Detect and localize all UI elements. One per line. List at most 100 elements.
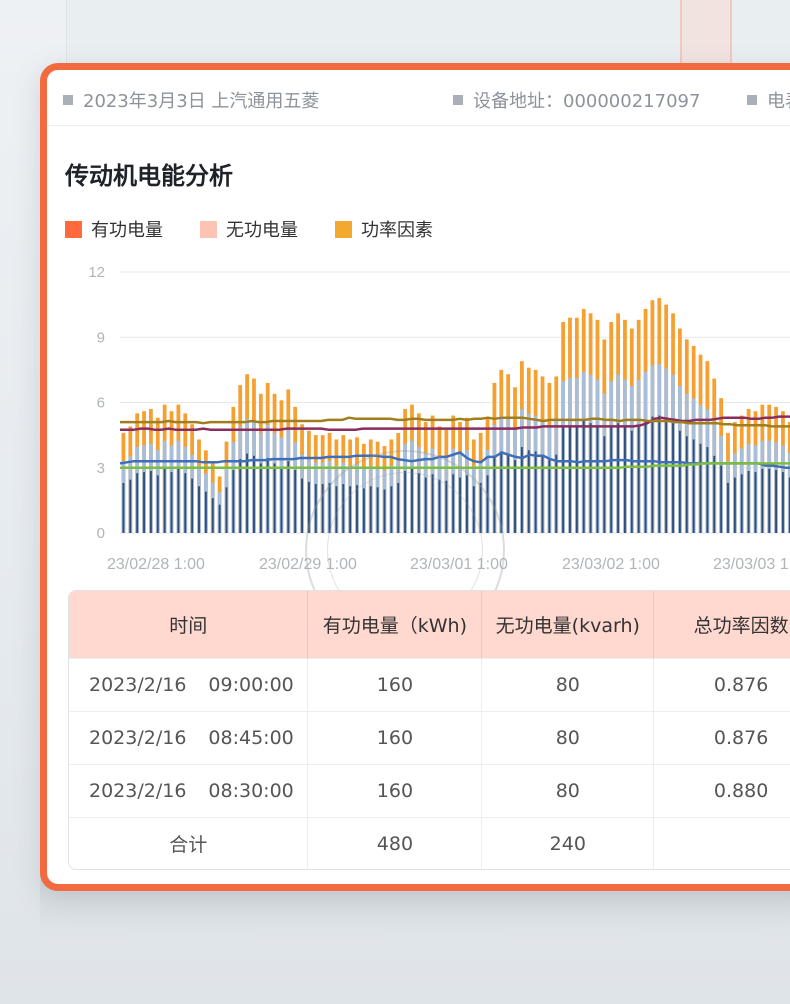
bar-active	[740, 474, 743, 533]
table-row: 2023/2/16 08:45:00 160 80 0.876	[69, 710, 790, 764]
bar-active	[699, 443, 702, 533]
bar-active	[672, 423, 674, 533]
cell-date: 2023/2/16	[89, 673, 187, 696]
bar-active	[562, 427, 565, 533]
bar-active	[768, 468, 771, 533]
bar-active	[301, 478, 303, 533]
bar-active	[280, 466, 283, 533]
legend-item-reactive[interactable]: 无功电量	[200, 216, 298, 242]
cell-clock: 08:45:00	[208, 726, 294, 749]
header-reactive: 无功电量(kvarh)	[481, 591, 655, 658]
background-tab	[680, 0, 732, 70]
cell-reactive: 80	[481, 763, 655, 817]
cell-reactive: 80	[481, 657, 655, 711]
bar-active	[775, 469, 778, 533]
bar-active	[610, 427, 613, 533]
bar-active	[163, 468, 166, 533]
square-bullet-icon	[747, 95, 757, 105]
cell-active: 160	[307, 657, 483, 711]
bar-active	[692, 439, 695, 533]
bar-active	[754, 472, 757, 533]
bar-active	[706, 447, 709, 533]
bar-active	[287, 461, 290, 533]
legend-label: 有功电量	[91, 220, 163, 241]
total-power-factor	[653, 816, 790, 869]
header-active: 有功电量（kWh)	[307, 591, 483, 658]
legend-item-power-factor[interactable]: 功率因素	[335, 216, 433, 242]
bar-active	[596, 426, 599, 533]
bar-active	[225, 487, 228, 533]
bar-active	[534, 451, 537, 533]
x-tick-label: 23/02/28 1:00	[107, 556, 205, 573]
bar-active	[527, 450, 530, 533]
bar-active	[507, 453, 510, 533]
bar-active	[747, 471, 750, 533]
bar-active	[624, 426, 626, 533]
legend-label: 无功电量	[226, 220, 298, 241]
header-time: 时间	[69, 591, 309, 658]
address-info: 设备地址：000000217097	[453, 87, 700, 113]
bar-active	[658, 415, 661, 533]
bar-active	[239, 459, 242, 533]
bar-active	[651, 416, 654, 533]
bar-active	[617, 423, 620, 533]
bar-active	[129, 479, 132, 533]
bar-active	[273, 463, 276, 533]
cell-power-factor: 0.876	[653, 657, 790, 711]
table-row: 2023/2/16 09:00:00 160 80 0.876	[69, 657, 790, 711]
address-label: 设备地址：	[473, 91, 563, 112]
bar-active	[149, 471, 152, 533]
meter-label: 电表	[767, 91, 790, 112]
address-value: 000000217097	[563, 91, 701, 112]
info-bar: 2023年3月3日 上汽通用五菱 设备地址：000000217097 电表	[47, 70, 790, 126]
cell-power-factor: 0.876	[653, 710, 790, 764]
legend-swatch-icon	[335, 221, 352, 238]
bar-active	[177, 468, 180, 533]
cell-time: 2023/2/16 09:00:00	[69, 657, 309, 711]
legend-label: 功率因素	[361, 220, 433, 241]
date-line: 2023年3月3日 上汽通用五菱	[83, 91, 320, 112]
x-tick-label: 23/03/03 1:00	[713, 556, 790, 573]
header-power-factor: 总功率因数	[653, 591, 790, 658]
bar-active	[136, 473, 139, 533]
cell-clock: 09:00:00	[208, 673, 294, 696]
bar-active	[259, 463, 262, 533]
table-header-row: 时间 有功电量（kWh) 无功电量(kvarh) 总功率因数	[69, 591, 790, 658]
table-row: 2023/2/16 08:30:00 160 80 0.880	[69, 763, 790, 817]
bar-active	[520, 447, 523, 533]
bar-active	[170, 472, 173, 533]
legend-item-active[interactable]: 有功电量	[65, 216, 163, 242]
bar-active	[232, 469, 235, 533]
date-info: 2023年3月3日 上汽通用五菱	[63, 87, 319, 113]
bar-active	[211, 498, 214, 533]
total-active: 480	[307, 816, 483, 869]
bar-active	[294, 469, 297, 533]
bar-active	[665, 418, 668, 533]
y-tick-label: 6	[97, 395, 105, 412]
bar-active	[246, 453, 249, 533]
bar-active	[266, 457, 269, 533]
y-tick-label: 0	[97, 525, 105, 542]
bar-active	[184, 473, 187, 533]
bar-active	[204, 491, 207, 533]
cell-active: 160	[307, 763, 483, 817]
y-tick-label: 3	[97, 460, 105, 477]
bar-active	[514, 460, 516, 533]
bar-active	[541, 454, 544, 533]
bar-active	[782, 472, 784, 533]
bar-active	[218, 504, 221, 533]
bar-active	[685, 436, 688, 533]
bar-active	[198, 486, 200, 533]
energy-analysis-card: 2023年3月3日 上汽通用五菱 设备地址：000000217097 电表 传动…	[40, 63, 790, 891]
cell-date: 2023/2/16	[89, 779, 187, 802]
legend-swatch-icon	[200, 221, 217, 238]
meter-info: 电表	[747, 87, 790, 113]
cell-time: 2023/2/16 08:45:00	[69, 710, 309, 764]
y-tick-label: 12	[88, 264, 105, 281]
y-tick-label: 9	[97, 329, 105, 346]
bar-active	[548, 457, 551, 533]
cell-time: 2023/2/16 08:30:00	[69, 763, 309, 817]
bar-active	[569, 425, 571, 533]
bar-active	[720, 465, 723, 533]
bar-active	[713, 455, 716, 533]
